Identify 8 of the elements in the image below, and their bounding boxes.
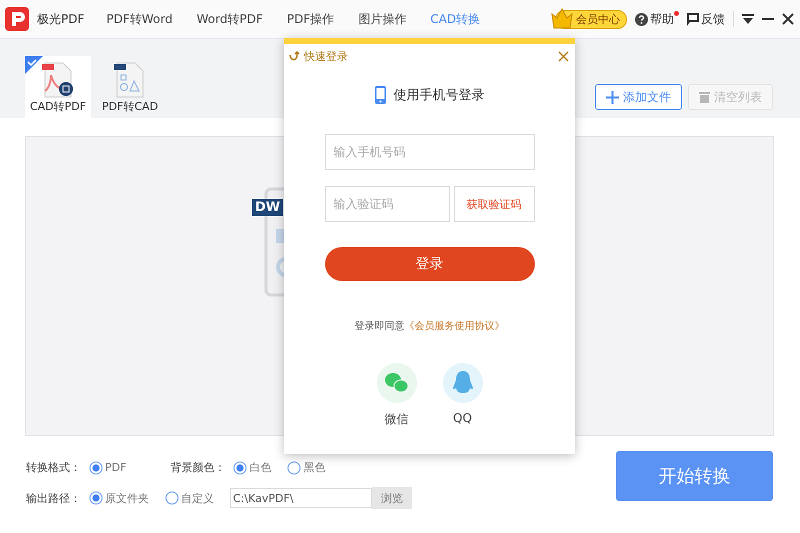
option-label: 背景颜色： bbox=[170, 460, 226, 475]
dialog-title: 快速登录 bbox=[304, 49, 348, 64]
file-type-badge: DW bbox=[252, 199, 284, 216]
dialog-subtitle: 使用手机号登录 bbox=[394, 87, 484, 104]
option-label: 转换格式： bbox=[26, 460, 81, 475]
app-title: 极光PDF bbox=[37, 10, 84, 28]
option-label: 输出路径： bbox=[26, 490, 81, 506]
agreement-text: 登录即同意《会员服务使用协议》 bbox=[354, 320, 504, 333]
